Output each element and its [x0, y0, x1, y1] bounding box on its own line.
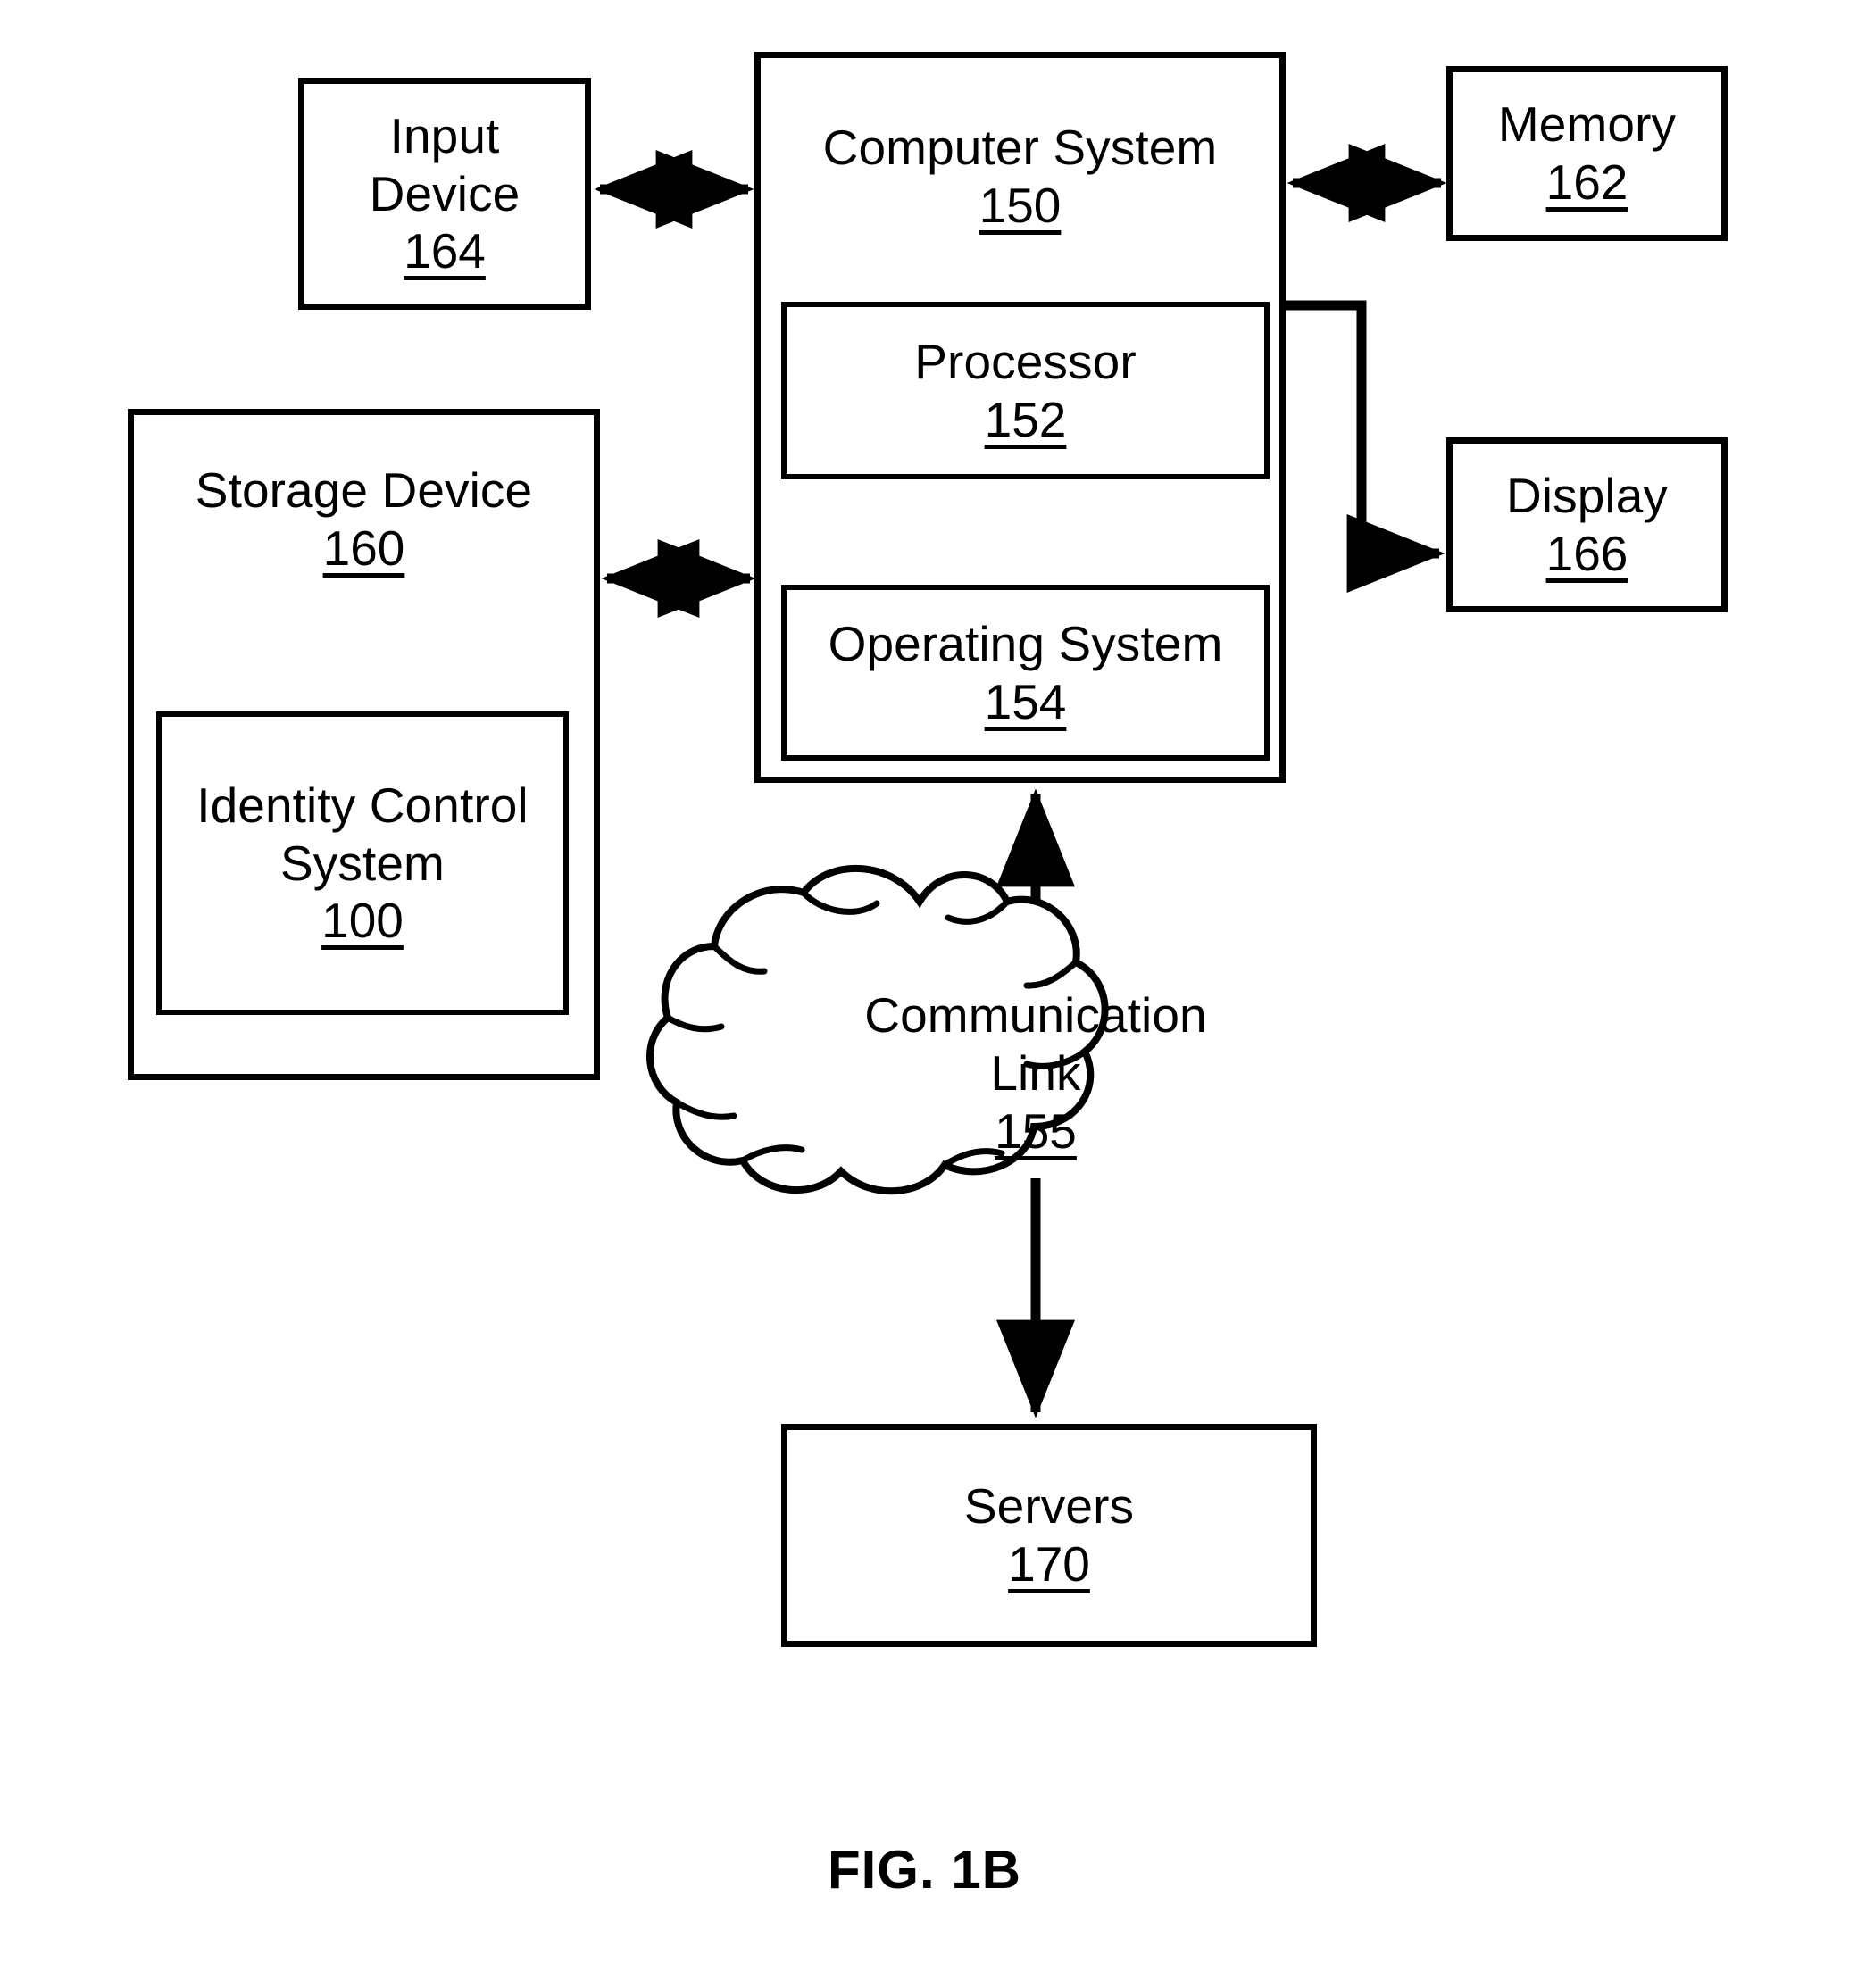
node-memory: Memory 162: [1446, 66, 1728, 241]
node-identity-control-system-label: Identity Control System: [196, 777, 529, 891]
node-communication-link-ref: 155: [995, 1102, 1077, 1159]
node-servers-ref: 170: [1008, 1536, 1090, 1592]
figure-caption: FIG. 1B: [827, 1840, 1022, 1900]
node-storage-device-ref: 160: [322, 520, 405, 576]
patent-figure-1b: Input Device 164 Computer System 150 Pro…: [0, 0, 1849, 1988]
node-input-device: Input Device 164: [298, 78, 591, 310]
node-input-device-ref: 164: [404, 223, 486, 279]
node-computer-system-ref: 150: [979, 177, 1062, 233]
node-memory-label: Memory: [1497, 96, 1677, 153]
node-storage-device: Storage Device 160 Identity Control Syst…: [128, 409, 600, 1080]
node-servers-label: Servers: [963, 1478, 1135, 1535]
node-operating-system-ref: 154: [984, 673, 1067, 729]
node-input-device-label: Input Device: [369, 107, 521, 221]
node-storage-device-label: Storage Device: [195, 462, 533, 518]
node-display: Display 166: [1446, 437, 1728, 612]
node-processor-ref: 152: [984, 391, 1067, 447]
node-processor-label: Processor: [914, 333, 1137, 389]
node-display-ref: 166: [1545, 526, 1628, 581]
node-communication-link-label: Communication Link: [864, 987, 1207, 1101]
node-display-label: Display: [1505, 468, 1669, 524]
node-operating-system: Operating System 154: [781, 585, 1270, 761]
node-memory-ref: 162: [1545, 154, 1628, 210]
node-identity-control-system: Identity Control System 100: [156, 711, 569, 1015]
connector-computer-system-to-display: [1286, 300, 1445, 593]
node-communication-link: Communication Link 155: [768, 986, 1303, 1160]
node-identity-control-system-ref: 100: [321, 893, 404, 949]
node-computer-system: Computer System 150 Processor 152 Operat…: [754, 52, 1286, 783]
node-computer-system-label: Computer System: [822, 120, 1218, 175]
node-operating-system-label: Operating System: [828, 615, 1223, 671]
node-processor: Processor 152: [781, 302, 1270, 479]
node-servers: Servers 170: [781, 1424, 1317, 1647]
